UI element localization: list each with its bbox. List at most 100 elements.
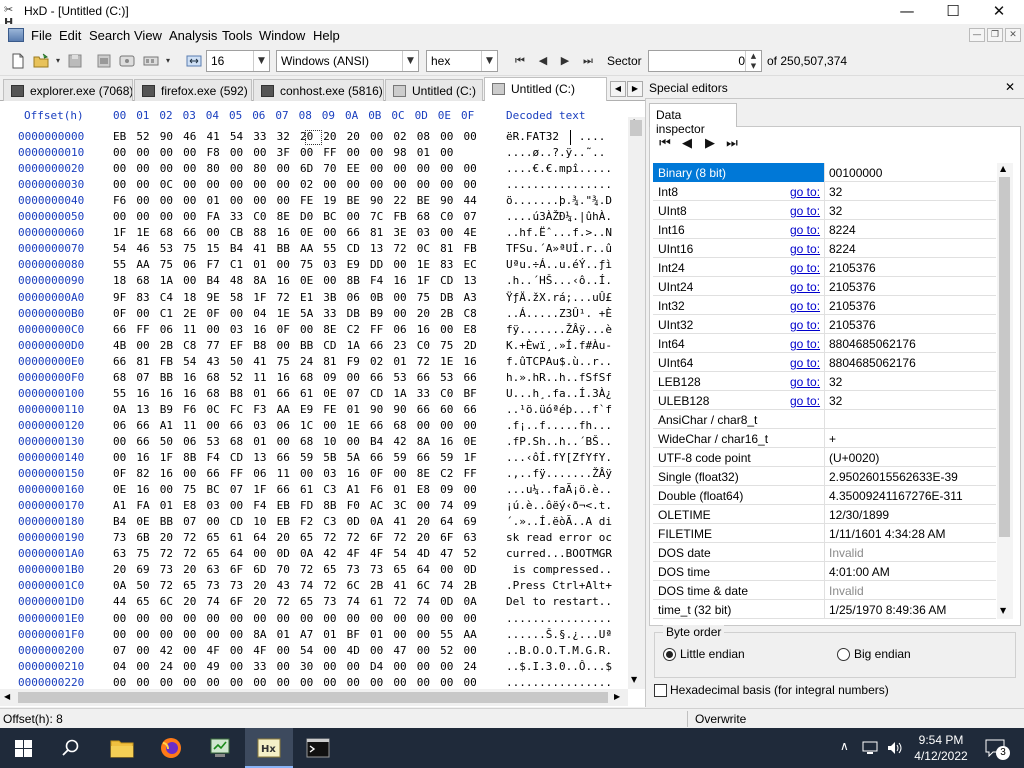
row-decoded-text[interactable]: ...u¼..faÃ¡ö.è.. <box>506 483 628 496</box>
row-bytes[interactable]: 9F 83 C4 18 9E 58 1F 72 E1 3B 06 0B 00 7… <box>113 291 477 304</box>
inspector-value[interactable]: 1/11/1601 4:34:28 AM <box>829 527 946 541</box>
inspector-row[interactable]: DOS time 4:01:00 AM <box>653 562 996 581</box>
inspector-value[interactable]: 32 <box>829 375 842 389</box>
goto-link[interactable]: go to: <box>790 394 820 408</box>
inspector-row[interactable]: UInt8 go to: 32 <box>653 201 996 220</box>
inspector-row[interactable]: Binary (8 bit) 00100000 <box>653 163 996 182</box>
inspector-value[interactable]: 8224 <box>829 223 856 237</box>
sector-input[interactable]: 0 ▲ ▼ <box>648 50 762 72</box>
hex-row[interactable]: 00000000D0 4B 00 2B C8 77 EF B8 00 BB CD … <box>0 339 628 355</box>
row-decoded-text[interactable]: ..$.I.3.0..Ô...$ <box>506 660 628 673</box>
inspector-row[interactable]: Int16 go to: 8224 <box>653 220 996 239</box>
menu-analysis[interactable]: Analysis <box>169 28 217 43</box>
row-decoded-text[interactable]: sk read error oc <box>506 531 628 544</box>
inspector-value[interactable]: Invalid <box>829 546 864 560</box>
goto-link[interactable]: go to: <box>790 299 820 313</box>
hex-row[interactable]: 00000001A0 63 75 72 72 65 64 00 0D 0A 42 … <box>0 547 628 563</box>
row-bytes[interactable]: 00 00 00 00 F8 00 00 3F 00 FF 00 00 98 0… <box>113 146 453 159</box>
menu-help[interactable]: Help <box>313 28 340 43</box>
next-sector-icon[interactable]: ▶ <box>557 53 573 69</box>
goto-link[interactable]: go to: <box>790 261 820 275</box>
row-bytes[interactable]: B4 0E BB 07 00 CD 10 EB F2 C3 0D 0A 41 2… <box>113 515 477 528</box>
goto-link[interactable]: go to: <box>790 318 820 332</box>
row-bytes[interactable]: 07 00 42 00 4F 00 4F 00 54 00 4D 00 47 0… <box>113 644 477 657</box>
tab-firefox[interactable]: firefox.exe (592) <box>134 79 252 101</box>
row-bytes[interactable]: 55 16 16 16 68 B8 01 66 61 0E 07 CD 1A 3… <box>113 387 477 400</box>
inspector-value[interactable]: 4.35009241167276E-311 <box>829 489 963 503</box>
inspector-row[interactable]: AnsiChar / char8_t <box>653 410 996 429</box>
scroll-thumb[interactable] <box>999 177 1010 537</box>
inspector-row[interactable]: UInt32 go to: 2105376 <box>653 315 996 334</box>
row-bytes[interactable]: 00 00 00 00 80 00 80 00 6D 70 EE 00 00 0… <box>113 162 477 175</box>
row-bytes[interactable]: EB 52 90 46 41 54 33 32 20 20 20 00 02 0… <box>113 130 477 143</box>
hex-row[interactable]: 0000000030 00 00 0C 00 00 00 00 00 02 00 … <box>0 178 628 194</box>
bytes-per-row-select[interactable]: 16 ▼ <box>206 50 270 72</box>
inspector-value[interactable]: 1/25/1970 8:49:36 AM <box>829 603 946 617</box>
row-decoded-text[interactable]: ¡ú.è..ôëý‹ð¬<.t. <box>506 499 628 512</box>
hex-row[interactable]: 0000000010 00 00 00 00 F8 00 00 3F 00 FF … <box>0 146 628 162</box>
row-bytes[interactable]: 00 00 00 00 00 00 00 00 00 00 00 00 00 0… <box>113 676 477 689</box>
tab-scroll-left-icon[interactable]: ◀ <box>610 81 626 97</box>
spin-icon[interactable]: ▲ ▼ <box>745 51 761 71</box>
scroll-down-icon[interactable]: ▼ <box>1000 606 1006 615</box>
row-bytes[interactable]: 66 81 FB 54 43 50 41 75 24 81 F9 02 01 7… <box>113 355 477 368</box>
scroll-right-icon[interactable]: ▶ <box>614 692 620 701</box>
hex-row[interactable]: 0000000090 18 68 1A 00 B4 48 8A 16 0E 00 … <box>0 274 628 290</box>
hex-row[interactable]: 00000000B0 0F 00 C1 2E 0F 00 04 1E 5A 33 … <box>0 307 628 323</box>
hex-row[interactable]: 0000000100 55 16 16 16 68 B8 01 66 61 0E … <box>0 387 628 403</box>
maximize-button[interactable]: ☐ <box>930 0 976 24</box>
inspector-row[interactable]: DOS date Invalid <box>653 543 996 562</box>
row-decoded-text[interactable]: K.+Èwï¸.»Í.f#Àu- <box>506 339 628 352</box>
tab-explorer[interactable]: explorer.exe (7068) <box>3 79 133 101</box>
hex-row[interactable]: 0000000050 00 00 00 00 FA 33 C0 8E D0 BC … <box>0 210 628 226</box>
hex-vertical-scrollbar[interactable]: ▲ ▼ <box>628 117 645 689</box>
inspector-row[interactable]: FILETIME 1/11/1601 4:34:28 AM <box>653 524 996 543</box>
inspector-value[interactable]: 2105376 <box>829 299 876 313</box>
row-bytes[interactable]: 0F 00 C1 2E 0F 00 04 1E 5A 33 DB B9 00 2… <box>113 307 477 320</box>
row-bytes[interactable]: 00 00 00 00 00 00 00 00 00 00 00 00 00 0… <box>113 612 477 625</box>
inspector-row[interactable]: LEB128 go to: 32 <box>653 372 996 391</box>
row-decoded-text[interactable]: is compressed.. <box>506 563 628 576</box>
row-decoded-text[interactable]: Uªu.÷Á..u.éÝ..ƒì <box>506 258 628 271</box>
row-decoded-text[interactable]: ......Š.§.¿...Uª <box>506 628 628 641</box>
row-decoded-text[interactable]: U...h¸.fa..Í.3À¿ <box>506 387 628 400</box>
inspector-value[interactable]: 12/30/1899 <box>829 508 889 522</box>
file-explorer-icon[interactable] <box>110 738 134 758</box>
goto-link[interactable]: go to: <box>790 280 820 294</box>
inspector-value[interactable]: 8224 <box>829 242 856 256</box>
taskbar-hxd-button[interactable]: Hx <box>245 728 293 768</box>
clock-time[interactable]: 9:54 PM <box>916 733 966 747</box>
row-bytes[interactable]: 1F 1E 68 66 00 CB 88 16 0E 00 66 81 3E 0… <box>113 226 477 239</box>
inspector-value[interactable]: Invalid <box>829 584 864 598</box>
hex-row[interactable]: 0000000190 73 6B 20 72 65 61 64 20 65 72 … <box>0 531 628 547</box>
inspector-value[interactable]: 32 <box>829 204 842 218</box>
row-bytes[interactable]: 00 66 50 06 53 68 01 00 68 10 00 B4 42 8… <box>113 435 477 448</box>
inspector-row[interactable]: Int64 go to: 8804685062176 <box>653 334 996 353</box>
row-decoded-text[interactable]: ´.»..Í.ëòÃ..A di <box>506 515 628 528</box>
row-decoded-text[interactable]: .Press Ctrl+Alt+ <box>506 579 628 592</box>
windows-start-icon[interactable] <box>15 740 32 757</box>
ram-dropdown-icon[interactable]: ▾ <box>160 53 176 69</box>
row-decoded-text[interactable]: .‚..fÿ.......ŽÂÿ <box>506 467 628 480</box>
data-inspector-table[interactable]: Binary (8 bit) 00100000 Int8 go to: 32 UInt8 g… <box>653 163 996 619</box>
row-bytes[interactable]: 00 16 1F 8B F4 CD 13 66 59 5B 5A 66 59 6… <box>113 451 477 464</box>
prev-sector-icon[interactable]: ◀ <box>535 53 551 69</box>
inspector-row[interactable]: DOS time & date Invalid <box>653 581 996 600</box>
hex-row[interactable]: 0000000130 00 66 50 06 53 68 01 00 68 10 … <box>0 435 628 451</box>
mdi-restore-button[interactable]: ❐ <box>987 28 1003 42</box>
hex-row[interactable]: 00000001D0 44 65 6C 20 74 6F 20 72 65 73 … <box>0 595 628 611</box>
inspector-row[interactable]: UInt24 go to: 2105376 <box>653 277 996 296</box>
hex-row[interactable]: 00000000C0 66 FF 06 11 00 03 16 0F 00 8E … <box>0 323 628 339</box>
hex-row[interactable]: 0000000140 00 16 1F 8B F4 CD 13 66 59 5B … <box>0 451 628 467</box>
hex-row[interactable]: 0000000120 06 66 A1 11 00 66 03 06 1C 00 … <box>0 419 628 435</box>
tab-untitled-active[interactable]: Untitled (C:) <box>484 77 607 102</box>
row-decoded-text[interactable]: .fP.Sh..h..´BŠ.. <box>506 435 628 448</box>
hex-row[interactable]: 00000001E0 00 00 00 00 00 00 00 00 00 00 … <box>0 612 628 628</box>
row-bytes[interactable]: 66 FF 06 11 00 03 16 0F 00 8E C2 FF 06 1… <box>113 323 477 336</box>
goto-link[interactable]: go to: <box>790 185 820 199</box>
row-bytes[interactable]: 04 00 24 00 49 00 33 00 30 00 00 D4 00 0… <box>113 660 477 673</box>
next-item-icon[interactable]: ▶ <box>702 136 718 152</box>
inspector-value[interactable]: 8804685062176 <box>829 337 916 351</box>
inspector-row[interactable]: OLETIME 12/30/1899 <box>653 505 996 524</box>
row-decoded-text[interactable]: curred...BOOTMGR <box>506 547 628 560</box>
